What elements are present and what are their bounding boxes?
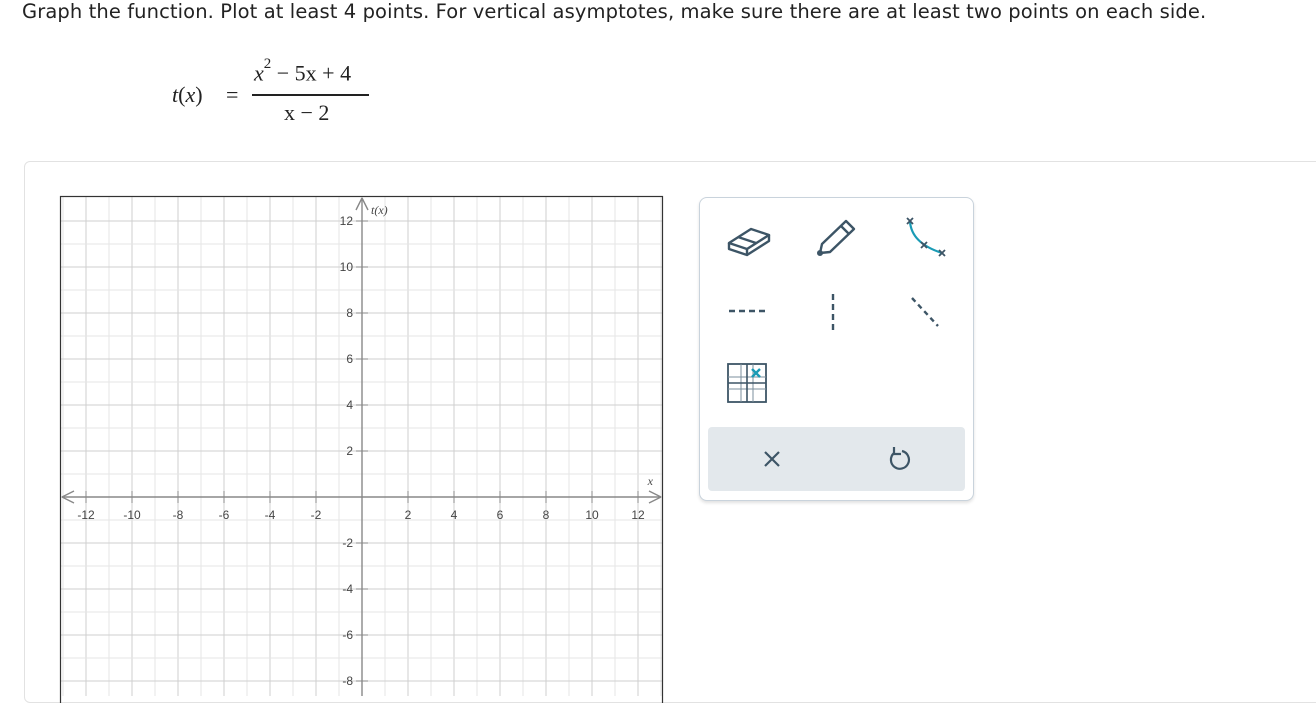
- formula-denominator: x − 2: [284, 100, 329, 126]
- horizontal-asymptote-icon: [719, 290, 779, 340]
- y-tick-label: -6: [342, 628, 353, 642]
- x-axis-label: x: [647, 474, 654, 488]
- vertical-asymptote-tool-button[interactable]: [808, 290, 868, 340]
- x-tick-label: -10: [123, 508, 141, 522]
- y-tick-label: -8: [342, 674, 353, 688]
- eraser-icon: [719, 213, 779, 263]
- y-tick-label: -4: [342, 582, 353, 596]
- vertical-asymptote-icon: [808, 290, 868, 340]
- y-tick-label: 4: [346, 398, 353, 412]
- pencil-icon: [808, 213, 868, 263]
- x-tick-label: -12: [77, 508, 95, 522]
- eraser-tool-button[interactable]: [719, 213, 779, 263]
- x-tick-label: 8: [543, 508, 550, 522]
- instructions-text: Graph the function. Plot at least 4 poin…: [22, 0, 1206, 23]
- x-tick-label: -4: [265, 508, 276, 522]
- toolbox-actions: [708, 427, 965, 491]
- x-tick-label: -8: [173, 508, 184, 522]
- curve-through-points-icon: [894, 213, 954, 263]
- coordinate-plane[interactable]: -12 -10 -8 -6 -4 -2 2 4 6 8 10 12 12 10 8 6 4 2 -2 -4 -6 -8 x t…: [60, 196, 663, 696]
- undo-icon: [870, 434, 930, 484]
- y-tick-label: 6: [346, 352, 353, 366]
- y-tick-label: 8: [346, 306, 353, 320]
- y-tick-label: 10: [340, 260, 354, 274]
- y-tick-label: 2: [346, 444, 353, 458]
- equals-sign: =: [226, 82, 238, 108]
- graph-toolbox: [699, 197, 974, 501]
- formula-numerator: x2 − 5x + 4: [254, 60, 351, 86]
- x-tick-label: 12: [631, 508, 645, 522]
- x-tick-label: -6: [219, 508, 230, 522]
- y-tick-label: 12: [340, 214, 354, 228]
- point-tool-button[interactable]: [719, 356, 779, 406]
- function-name: t(x): [172, 82, 203, 108]
- x-tick-label: 2: [405, 508, 412, 522]
- slant-asymptote-tool-button[interactable]: [894, 290, 954, 340]
- fraction-bar: [252, 94, 369, 96]
- slant-asymptote-icon: [894, 290, 954, 340]
- point-on-grid-icon: [719, 356, 779, 406]
- x-tick-label: 10: [585, 508, 599, 522]
- y-tick-label: -2: [342, 536, 353, 550]
- function-formula: t(x) = x2 − 5x + 4 x − 2: [172, 55, 382, 135]
- x-tick-label: 4: [451, 508, 458, 522]
- y-axis-label: t(x): [371, 203, 388, 217]
- x-tick-label: -2: [311, 508, 322, 522]
- undo-button[interactable]: [870, 434, 930, 484]
- clear-x-icon: [742, 434, 802, 484]
- graph-canvas[interactable]: -12 -10 -8 -6 -4 -2 2 4 6 8 10 12 12 10 8 6 4 2 -2 -4 -6 -8 x t…: [60, 196, 663, 696]
- clear-button[interactable]: [742, 434, 802, 484]
- pencil-tool-button[interactable]: [808, 213, 868, 263]
- x-tick-label: 6: [497, 508, 504, 522]
- horizontal-asymptote-tool-button[interactable]: [719, 290, 779, 340]
- curve-tool-button[interactable]: [894, 213, 954, 263]
